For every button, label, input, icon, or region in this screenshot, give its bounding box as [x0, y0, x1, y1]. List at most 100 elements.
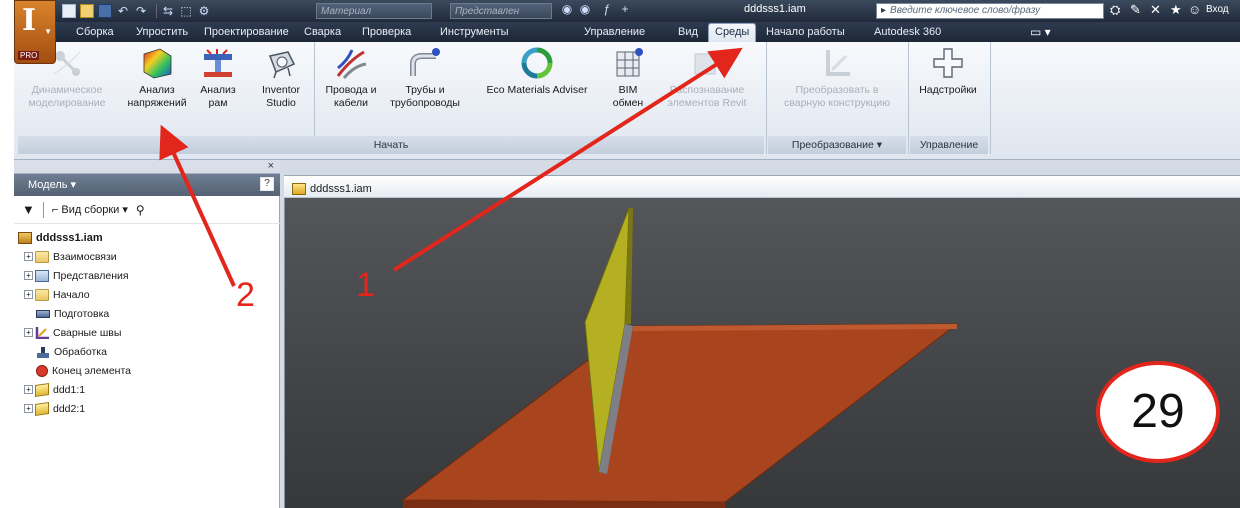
tube-pipe-button[interactable]: Трубы и трубопроводы: [384, 46, 466, 110]
document-title: dddsss1.iam: [744, 3, 806, 15]
stress-analysis-label: Анализ: [139, 84, 175, 96]
dynamic-simulation-label-2: моделирование: [28, 97, 106, 109]
assembly-view-dropdown[interactable]: ⌐ Вид сборки ▾: [52, 203, 128, 216]
tree-item-end-of-features[interactable]: Конец элемента: [14, 361, 280, 380]
revit-recognition-label-2: элементов Revit: [667, 97, 747, 109]
convert-weldment-label: Преобразовать в: [795, 84, 879, 96]
tab-environments[interactable]: Среды: [708, 23, 757, 42]
tree-item-part-ddd2[interactable]: + ddd2:1: [14, 399, 280, 418]
stress-analysis-button[interactable]: Анализ напряжений: [120, 46, 194, 110]
panel-label-manage: Управление: [910, 136, 988, 154]
update-icon[interactable]: ⚙: [197, 4, 211, 18]
undo-icon[interactable]: ↶: [116, 4, 130, 18]
inventor-studio-label: Inventor: [262, 84, 300, 96]
tools-icon[interactable]: ✎: [1130, 2, 1141, 18]
revit-recognition-icon: [690, 46, 724, 80]
tab-design[interactable]: Проектирование: [204, 26, 289, 38]
material-placeholder: Материал: [321, 5, 372, 17]
tree-item-label: Представления: [53, 269, 129, 282]
tab-inspect[interactable]: Проверка: [362, 26, 411, 38]
find-icon[interactable]: ⚲: [136, 203, 145, 217]
new-file-icon[interactable]: [62, 4, 76, 18]
redo-icon[interactable]: ↷: [134, 4, 148, 18]
expand-icon[interactable]: +: [24, 271, 33, 280]
eco-materials-label: Eco Materials Adviser: [486, 84, 588, 96]
tab-view[interactable]: Вид: [678, 26, 698, 38]
inventor-studio-button[interactable]: Inventor Studio: [250, 46, 312, 110]
tab-autodesk-360[interactable]: Autodesk 360: [874, 26, 941, 38]
help-icon[interactable]: ?: [260, 177, 274, 191]
browser-toolbar: ▼ ⌐ Вид сборки ▾ ⚲: [14, 196, 280, 224]
callout-1: 1: [356, 266, 375, 304]
preparation-icon: [36, 309, 50, 318]
bim-exchange-label-2: обмен: [612, 97, 644, 109]
login-link[interactable]: Вход: [1206, 4, 1229, 15]
function-icon[interactable]: ƒ: [600, 2, 614, 16]
search-placeholder: Введите ключевое слово/фразу: [890, 5, 1041, 16]
panel-label-start: Начать: [18, 136, 764, 154]
material-combo[interactable]: Материал: [316, 3, 432, 19]
binoculars-icon[interactable]: ⛭: [1110, 2, 1120, 18]
title-bar: ↶ ↷ ⇆ ⬚ ⚙ Материал Представлен ◉ ◉ ƒ + d…: [14, 0, 1240, 22]
tree-item-welds[interactable]: + Сварные швы: [14, 323, 280, 342]
tree-item-part-ddd1[interactable]: + ddd1:1: [14, 380, 280, 399]
addins-icon: [931, 46, 965, 80]
measure-icon[interactable]: +: [618, 2, 632, 16]
filter-icon[interactable]: ▼: [22, 202, 35, 217]
part-icon: [35, 401, 49, 416]
expand-icon[interactable]: +: [24, 385, 33, 394]
expand-icon[interactable]: +: [24, 328, 33, 337]
cable-harness-button[interactable]: Провода и кабели: [320, 46, 382, 110]
application-menu-button[interactable]: I PRO ▼: [14, 0, 56, 64]
tree-item-machining[interactable]: Обработка: [14, 342, 280, 361]
close-icon[interactable]: ×: [268, 160, 274, 172]
appearance-icon[interactable]: ◉: [560, 2, 574, 16]
tree-item-root[interactable]: dddsss1.iam: [14, 228, 280, 247]
eco-materials-button[interactable]: Eco Materials Adviser: [478, 46, 596, 97]
tube-pipe-icon: [408, 46, 442, 80]
camera-icon[interactable]: ▭ ▾: [1030, 25, 1051, 39]
graphics-viewport[interactable]: [284, 176, 1240, 508]
tab-weld[interactable]: Сварка: [304, 26, 341, 38]
chevron-down-icon: ▼: [44, 27, 52, 36]
open-file-icon[interactable]: [80, 4, 94, 18]
user-icon[interactable]: ☺: [1188, 2, 1201, 17]
browser-header[interactable]: Модель ▾ ?: [14, 174, 280, 196]
tube-pipe-label: Трубы и: [405, 84, 445, 96]
expand-icon[interactable]: +: [24, 252, 33, 261]
machining-icon: [36, 346, 50, 358]
representation-combo[interactable]: Представлен: [450, 3, 552, 19]
tab-manage[interactable]: Управление: [584, 26, 645, 38]
tab-getting-started[interactable]: Начало работы: [766, 26, 845, 38]
eco-materials-icon: [520, 46, 554, 80]
model-tree: dddsss1.iam + Взаимосвязи + Представлени…: [14, 228, 280, 418]
frame-analysis-button[interactable]: Анализ рам: [194, 46, 242, 110]
document-tab[interactable]: dddsss1.iam: [284, 176, 1240, 198]
search-input[interactable]: ▸ Введите ключевое слово/фразу: [876, 3, 1104, 19]
exchange-icon[interactable]: ✕: [1150, 2, 1161, 18]
assembly-icon: [18, 231, 32, 244]
browser-grip[interactable]: ×: [14, 160, 280, 174]
toolbar-separator: [42, 201, 44, 218]
save-icon[interactable]: [98, 4, 112, 18]
convert-weldment-button[interactable]: Преобразовать в сварную конструкцию: [768, 46, 906, 110]
tree-item-relationships[interactable]: + Взаимосвязи: [14, 247, 280, 266]
addins-button[interactable]: Надстройки: [910, 46, 986, 97]
expand-icon[interactable]: +: [24, 290, 33, 299]
panel-label-convert[interactable]: Преобразование ▾: [768, 136, 906, 154]
select-icon[interactable]: ⬚: [179, 4, 193, 18]
color-icon[interactable]: ◉: [578, 2, 592, 16]
expand-icon[interactable]: +: [24, 404, 33, 413]
tree-item-label: dddsss1.iam: [36, 231, 103, 244]
folder-icon: [35, 288, 49, 301]
bim-exchange-button[interactable]: BIM обмен: [606, 46, 650, 110]
frame-analysis-label: Анализ: [200, 84, 236, 96]
tab-simplify[interactable]: Упростить: [136, 26, 188, 38]
revit-recognition-button[interactable]: Распознавание элементов Revit: [652, 46, 762, 110]
return-icon[interactable]: ⇆: [161, 4, 175, 18]
tab-assembly[interactable]: Сборка: [76, 26, 114, 38]
tab-tools[interactable]: Инструменты: [440, 26, 509, 38]
star-icon[interactable]: ★: [1170, 2, 1182, 18]
cable-harness-label: Провода и: [325, 84, 377, 96]
revit-recognition-label: Распознавание: [669, 84, 745, 96]
